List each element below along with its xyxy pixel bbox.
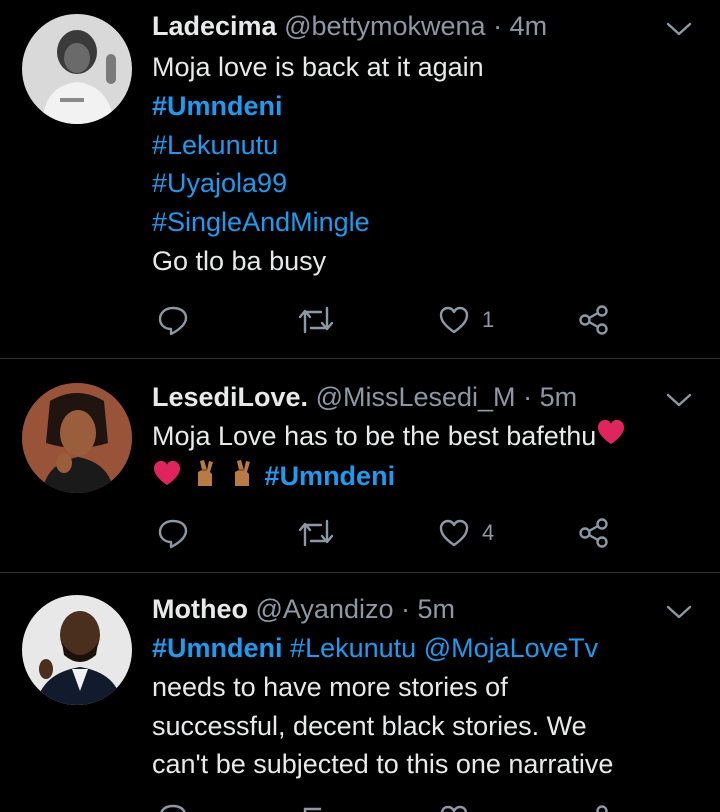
hashtag[interactable]: #Lekunutu [152, 126, 682, 165]
author-handle[interactable]: @bettymokwena [284, 11, 486, 41]
tweet-text: #Umndeni #Lekunutu @MojaLoveTv needs to … [152, 629, 682, 784]
reply-icon [157, 304, 189, 336]
tweet-text: Moja love is back at it again #Umndeni #… [152, 48, 682, 281]
like-icon [438, 305, 470, 335]
retweet-icon [297, 304, 335, 336]
tweet-line: Moja love is back at it again [152, 52, 484, 82]
tweet-line: can't be subjected to this one narrative [152, 749, 614, 780]
separator-dot: · [523, 382, 533, 412]
red-heart-icon [596, 418, 626, 457]
tweet-3[interactable]: Motheo @Ayandizo · 5m #Umndeni #Lekunutu… [0, 573, 720, 812]
reply-button[interactable] [157, 513, 189, 553]
share-icon [578, 517, 610, 549]
share-icon [578, 803, 610, 812]
author-name[interactable]: Ladecima [152, 11, 277, 41]
action-bar: 4 [0, 513, 720, 553]
hashtag[interactable]: #Umndeni [265, 461, 396, 491]
author-name[interactable]: Motheo [152, 594, 248, 624]
retweet-button[interactable] [297, 803, 335, 812]
mention-link[interactable]: @MojaLoveTv [424, 633, 598, 663]
share-button[interactable] [578, 513, 610, 553]
like-button[interactable]: 1 [438, 300, 494, 340]
reply-button[interactable] [157, 300, 189, 340]
hashtag[interactable]: #Umndeni [152, 633, 283, 663]
author-handle[interactable]: @MissLesedi_M [316, 382, 516, 412]
author-handle[interactable]: @Ayandizo [256, 594, 394, 624]
crossed-fingers-icon [227, 458, 257, 499]
timestamp[interactable]: 5m [540, 382, 578, 412]
tweet-line: Go tlo ba busy [152, 245, 327, 276]
separator-dot: · [401, 594, 411, 624]
reply-icon [157, 803, 189, 812]
hashtag[interactable]: #SingleAndMingle [152, 203, 682, 242]
chevron-down-icon[interactable] [664, 389, 694, 411]
avatar[interactable] [22, 14, 132, 124]
author-name[interactable]: LesediLove. [152, 382, 308, 412]
hashtag[interactable]: #Umndeni [152, 87, 682, 126]
action-bar: 1 [0, 300, 720, 340]
separator-dot: · [493, 11, 503, 41]
chevron-down-icon[interactable] [664, 601, 694, 623]
like-icon [438, 518, 470, 548]
avatar[interactable] [22, 383, 132, 493]
like-icon [438, 803, 470, 812]
chevron-down-icon[interactable] [664, 18, 694, 40]
tweet-text: Moja Love has to be the best bafethu #Um… [152, 417, 682, 499]
avatar[interactable] [22, 595, 132, 705]
crossed-fingers-icon [190, 458, 220, 499]
tweet-line: Moja Love has to be the best bafethu [152, 421, 597, 451]
reply-icon [157, 517, 189, 549]
timestamp[interactable]: 5m [418, 594, 456, 624]
retweet-icon [297, 517, 335, 549]
share-button[interactable] [578, 803, 610, 812]
hashtag[interactable]: #Uyajola99 [152, 164, 682, 203]
retweet-button[interactable] [297, 300, 335, 340]
like-button[interactable] [438, 803, 470, 812]
retweet-icon [297, 803, 335, 812]
like-count: 4 [482, 520, 495, 545]
like-count: 1 [482, 307, 495, 332]
retweet-button[interactable] [297, 513, 335, 553]
red-heart-icon [152, 459, 182, 498]
share-icon [578, 304, 610, 336]
tweet-line: successful, decent black stories. We [152, 710, 587, 741]
timestamp[interactable]: 4m [510, 11, 548, 41]
action-bar [0, 803, 720, 812]
like-button[interactable]: 4 [438, 513, 494, 553]
tweet-line: needs to have more stories of [152, 671, 508, 702]
reply-button[interactable] [157, 803, 189, 812]
hashtag[interactable]: #Lekunutu [290, 633, 416, 663]
share-button[interactable] [578, 300, 610, 340]
tweet-1[interactable]: Ladecima @bettymokwena · 4m Moja love is… [0, 0, 720, 358]
tweet-2[interactable]: LesediLove. @MissLesedi_M · 5m Moja Love… [0, 359, 720, 572]
